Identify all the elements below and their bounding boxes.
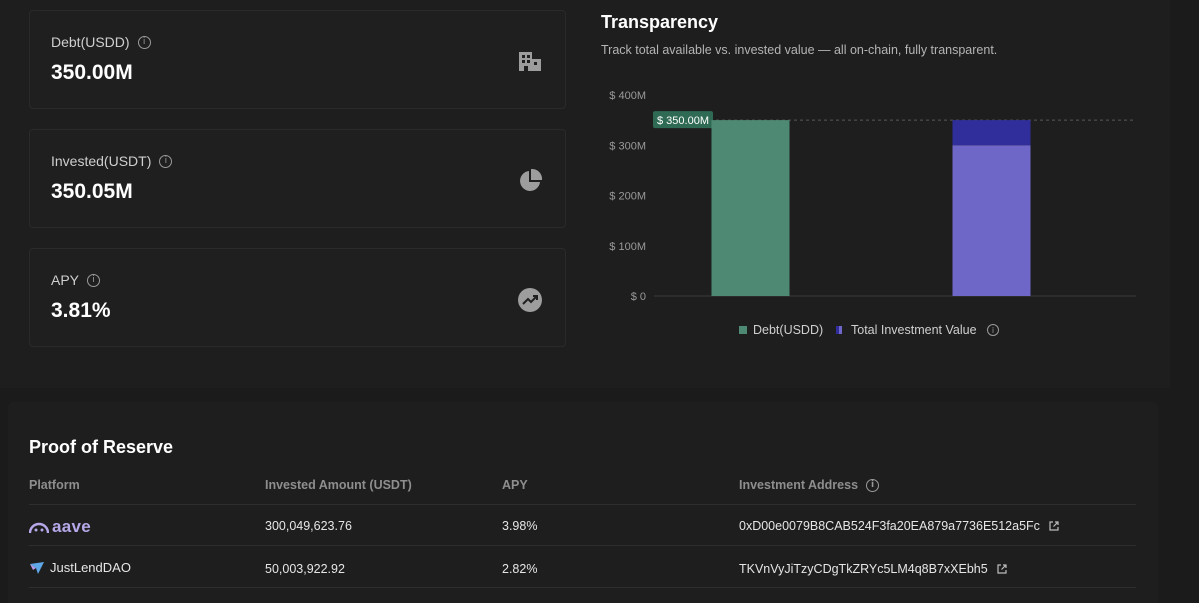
stat-card-apy: APY i 3.81% [29, 248, 566, 347]
external-link-icon[interactable] [1048, 520, 1060, 532]
building-icon [519, 52, 541, 71]
info-icon[interactable]: i [87, 273, 101, 287]
legend-swatch-debt [739, 326, 747, 334]
info-icon[interactable]: i [137, 35, 151, 49]
platform-logo-aave: aave [29, 517, 91, 537]
row-divider [29, 545, 1136, 546]
investment-address-link[interactable]: 0xD00e0079B8CAB524F3fa20EA879a7736E512a5… [739, 519, 1060, 533]
stat-value: 350.05M [51, 180, 133, 203]
investment-address[interactable]: 0xD00e0079B8CAB524F3fa20EA879a7736E512a5… [739, 519, 1040, 533]
invested-amount: 50,003,922.92 [265, 562, 345, 576]
legend-label-investment: Total Investment Value [851, 323, 977, 337]
transparency-title: Transparency [601, 12, 719, 32]
stat-card-invested: Invested(USDT) i 350.05M [29, 129, 566, 228]
y-tick-label: $ 100M [609, 241, 646, 253]
platform-name: aave [52, 517, 92, 536]
stat-label-text: APY [51, 272, 80, 288]
stat-label: Invested(USDT) i [51, 153, 173, 169]
info-icon[interactable]: i [866, 478, 880, 492]
reference-label: $ 350.00M [657, 115, 709, 127]
column-header-amount: Invested Amount (USDT) [265, 478, 412, 492]
stat-label: Debt(USDD) i [51, 34, 151, 50]
investment-address-link[interactable]: TKVnVyJiTzyCDgTkZRYc5LM4q8B7xXEbh5 [739, 562, 1008, 576]
proof-of-reserve-title: Proof of Reserve [29, 437, 174, 457]
info-icon[interactable]: i [159, 154, 173, 168]
bar-0-segment-0 [711, 120, 790, 296]
apy-value: 3.98% [502, 519, 538, 533]
y-tick-label: $ 0 [631, 291, 646, 303]
y-tick-label: $ 400M [609, 90, 646, 102]
chart-legend: Debt(USDD) Total Investment Value i [739, 323, 999, 337]
row-divider [29, 587, 1136, 588]
legend-label-debt: Debt(USDD) [753, 323, 823, 337]
stat-value: 350.00M [51, 61, 133, 84]
column-header-address: Investment Address i [739, 478, 880, 492]
column-header-platform: Platform [29, 478, 80, 492]
justlend-logo-icon [30, 561, 44, 574]
legend-swatch-investment-accent [836, 326, 839, 334]
external-link-icon[interactable] [996, 563, 1008, 575]
transparency-subtitle: Track total available vs. invested value… [601, 43, 998, 57]
apy-value: 2.82% [502, 562, 538, 576]
stat-value: 3.81% [51, 299, 111, 322]
y-tick-label: $ 300M [609, 140, 646, 152]
trending-up-icon [518, 288, 542, 312]
platform-name: JustLendDAO [50, 560, 131, 575]
pie-chart-icon [520, 168, 543, 191]
invested-amount: 300,049,623.76 [265, 519, 352, 533]
bar-1-segment-1 [952, 120, 1031, 146]
y-tick-label: $ 200M [609, 191, 646, 203]
platform-logo-justlend: JustLendDAO [29, 560, 131, 575]
investment-address[interactable]: TKVnVyJiTzyCDgTkZRYc5LM4q8B7xXEbh5 [739, 562, 988, 576]
stat-label: APY i [51, 272, 101, 288]
header-divider [29, 504, 1136, 505]
stat-label-text: Debt(USDD) [51, 34, 130, 50]
aave-logo-icon [29, 522, 49, 533]
column-header-apy: APY [502, 478, 528, 492]
column-header-address-text: Investment Address [739, 478, 859, 492]
transparency-chart: $ 0 $ 100M $ 200M $ 300M $ 400M $ 350.00M De… [609, 90, 1136, 337]
info-icon-glyph: i [992, 326, 994, 335]
stat-label-text: Invested(USDT) [51, 153, 152, 169]
bar-1-segment-0 [952, 145, 1031, 296]
stat-card-debt: Debt(USDD) i 350.00M [29, 10, 566, 109]
